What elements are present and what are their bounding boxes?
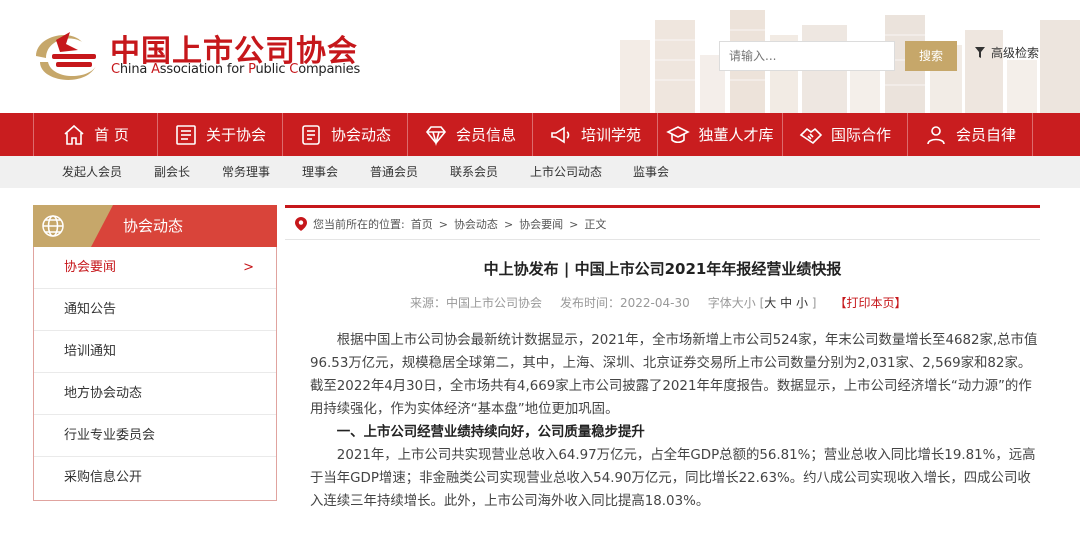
font-size-close: ] <box>811 296 817 310</box>
nav-label: 国际合作 <box>830 126 891 144</box>
article-date: 发布时间：2022-04-30 <box>560 296 690 310</box>
nav-label: 独董人才库 <box>698 126 774 144</box>
advanced-search-label: 高级检索 <box>991 46 1040 60</box>
sidebar-item-notices[interactable]: 通知公告 <box>34 289 276 331</box>
nav-item-members[interactable]: 会员信息 <box>408 113 533 156</box>
sidebar: 协会动态 协会要闻 > 通知公告 培训通知 地方协会动态 行业专业委员会 采购信… <box>33 205 277 501</box>
nav-item-home[interactable]: 首 页 <box>33 113 158 156</box>
nav-item-training[interactable]: 培训学苑 <box>533 113 658 156</box>
sidebar-header: 协会动态 <box>33 205 277 247</box>
brand-en-part: ssociation for <box>159 62 249 77</box>
subnav-item[interactable]: 常务理事 <box>222 156 270 188</box>
subnav-item[interactable]: 上市公司动态 <box>530 156 602 188</box>
brand-en-part: A <box>151 62 160 77</box>
breadcrumb-item-category[interactable]: 协会要闻 <box>519 216 563 232</box>
article-body: 根据中国上市公司协会最新统计数据显示，2021年，全市场新增上市公司524家，年… <box>310 329 1040 513</box>
location-pin-icon <box>295 217 307 231</box>
font-size-control: 字体大小 [大 中 小 ] <box>708 294 817 311</box>
article-paragraph: 2021年，上市公司共实现营业总收入64.97万亿元，占全年GDP总额的56.8… <box>310 448 1036 509</box>
nav-label: 关于协会 <box>205 126 266 144</box>
article-title: 中上协发布 | 中国上市公司2021年年报经营业绩快报 <box>483 260 842 278</box>
megaphone-icon <box>551 126 570 143</box>
advanced-search-link[interactable]: 高级检索 <box>975 44 1039 61</box>
handshake-icon <box>799 127 823 144</box>
sidebar-item-committees[interactable]: 行业专业委员会 <box>34 415 276 457</box>
subnav-item[interactable]: 发起人会员 <box>62 156 122 188</box>
brand-en-part: ublic <box>255 62 290 77</box>
brand-en-part: hina <box>119 62 152 77</box>
sidebar-item-label: 协会要闻 <box>64 260 117 275</box>
article-source: 来源：中国上市公司协会 <box>410 296 543 310</box>
sidebar-title: 协会动态 <box>123 217 184 235</box>
nav-label: 协会动态 <box>330 126 391 144</box>
nav-label: 会员信息 <box>455 126 516 144</box>
sidebar-header-accent <box>33 205 113 247</box>
breadcrumb-separator: > <box>503 217 514 231</box>
nav-item-about[interactable]: 关于协会 <box>158 113 283 156</box>
sidebar-item-news[interactable]: 协会要闻 > <box>34 247 276 289</box>
nav-item-directors[interactable]: 独董人才库 <box>658 113 783 156</box>
font-size-medium[interactable]: 中 <box>780 296 792 310</box>
brand-en-part: C <box>111 62 120 77</box>
users-icon <box>927 125 945 144</box>
sidebar-item-label: 通知公告 <box>64 302 117 317</box>
breadcrumb-separator: > <box>438 217 448 231</box>
sidebar-item-label: 采购信息公开 <box>64 470 143 485</box>
article-meta: 来源：中国上市公司协会 发布时间：2022-04-30 字体大小 [大 中 小 … <box>410 294 907 311</box>
nav-label: 会员自律 <box>955 126 1016 144</box>
csrc-logo[interactable] <box>30 22 102 88</box>
article-paragraph: 根据中国上市公司协会最新统计数据显示，2021年，全市场新增上市公司524家，年… <box>310 333 1038 417</box>
breadcrumb-item-home[interactable]: 首页 <box>411 216 433 232</box>
font-size-large[interactable]: 大 <box>764 296 776 310</box>
document-list-icon <box>176 124 196 145</box>
nav-item-news[interactable]: 协会动态 <box>283 113 408 156</box>
main-navigation: 首 页 关于协会 协会动态 会员信息 培训学苑 独董人才库 国际合作 会员自律 <box>0 113 1080 156</box>
subnav-item[interactable]: 联系会员 <box>450 156 498 188</box>
sidebar-item-label: 地方协会动态 <box>64 386 143 401</box>
subnav-item[interactable]: 普通会员 <box>370 156 418 188</box>
brand-english-name[interactable]: China Association for Public Companies <box>111 62 360 77</box>
sidebar-item-label: 行业专业委员会 <box>64 428 156 443</box>
breadcrumb-item-section[interactable]: 协会动态 <box>454 216 498 232</box>
sidebar-item-local[interactable]: 地方协会动态 <box>34 373 276 415</box>
print-link[interactable]: 【打印本页】 <box>834 294 906 311</box>
sub-navigation: 发起人会员 副会长 常务理事 理事会 普通会员 联系会员 上市公司动态 监事会 <box>0 156 1080 188</box>
sidebar-item-label: 培训通知 <box>64 344 117 359</box>
sidebar-item-training[interactable]: 培训通知 <box>34 331 276 373</box>
subnav-item[interactable]: 监事会 <box>633 156 669 188</box>
sidebar-item-procurement[interactable]: 采购信息公开 <box>34 457 276 499</box>
breadcrumb-separator: > <box>569 217 579 231</box>
diamond-icon <box>425 125 447 146</box>
chevron-right-icon: > <box>243 260 254 275</box>
nav-label: 培训学苑 <box>580 126 641 144</box>
filter-icon <box>975 47 985 58</box>
breadcrumb-item-current: 正文 <box>584 218 607 231</box>
breadcrumb-prefix: 您当前所在的位置: <box>313 218 405 231</box>
subnav-item[interactable]: 副会长 <box>154 156 190 188</box>
brand-en-part: C <box>289 62 299 77</box>
nav-item-international[interactable]: 国际合作 <box>783 113 908 156</box>
font-size-small[interactable]: 小 <box>796 296 808 310</box>
font-size-label: 字体大小 [ <box>707 296 765 310</box>
news-icon <box>302 124 320 145</box>
graduation-cap-icon <box>666 125 691 143</box>
home-icon <box>64 124 84 145</box>
nav-item-self-discipline[interactable]: 会员自律 <box>908 113 1033 156</box>
brand-en-part: P <box>248 62 256 77</box>
breadcrumb-bar: 您当前所在的位置: 首页 > 协会动态 > 协会要闻 > 正文 <box>285 205 1040 240</box>
article-section-heading: 一、上市公司经营业绩持续向好，公司质量稳步提升 <box>336 425 645 440</box>
brand-en-part: ompanies <box>298 62 361 77</box>
search-button[interactable]: 搜索 <box>905 41 957 71</box>
breadcrumb: 您当前所在的位置: 首页 > 协会动态 > 协会要闻 > 正文 <box>295 216 606 232</box>
search-input[interactable] <box>719 41 895 71</box>
nav-label: 首 页 <box>94 126 129 144</box>
subnav-item[interactable]: 理事会 <box>302 156 338 188</box>
site-header: 中国上市公司协会 China Association for Public Co… <box>0 0 1080 113</box>
